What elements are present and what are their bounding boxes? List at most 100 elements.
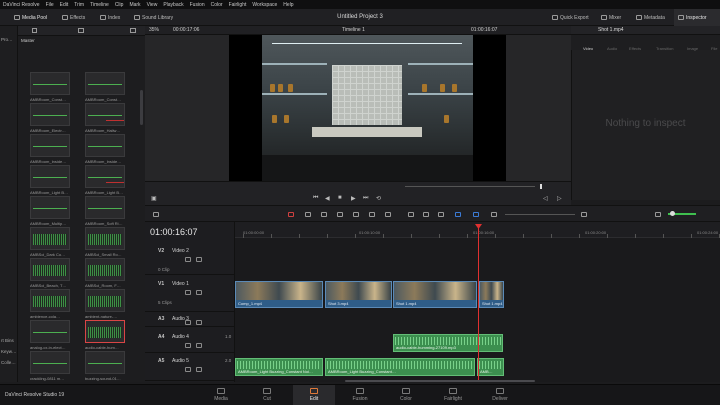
prev-frame-icon[interactable]: ◁ xyxy=(543,195,548,202)
video-clip[interactable]: Shot 3.mp4 xyxy=(325,281,392,308)
list-view-icon[interactable] xyxy=(32,28,37,33)
link-icon[interactable] xyxy=(423,212,429,217)
media-clip[interactable]: AMBRoom_Multip… xyxy=(30,196,70,229)
audio-clip[interactable]: AMBRoom_Light Buzzing_Constant Noi… xyxy=(235,358,323,376)
track-lock-icon[interactable] xyxy=(185,367,191,372)
menu-item[interactable]: Fairlight xyxy=(229,2,247,8)
loop-icon[interactable]: ⟲ xyxy=(376,195,381,202)
media-pool-button[interactable]: Media Pool xyxy=(14,9,47,26)
media-clip[interactable]: ambient-nature-… xyxy=(85,289,125,322)
media-clip[interactable]: AMBRoom_Inside… xyxy=(85,134,125,167)
layout-icon[interactable] xyxy=(153,212,159,217)
menu-item[interactable]: Fusion xyxy=(190,2,205,8)
media-clip[interactable]: buzzing-sound-01… xyxy=(85,351,125,384)
page-tab-media[interactable]: Media xyxy=(200,385,242,405)
media-clip[interactable]: AMBSci_Room, F… xyxy=(85,258,125,291)
page-tab-color[interactable]: Color xyxy=(385,385,427,405)
audio-clip[interactable]: AMB… xyxy=(477,358,504,376)
scrubber-handle[interactable] xyxy=(540,184,542,189)
viewer-options-icon[interactable]: ▣ xyxy=(151,195,157,202)
search-icon[interactable] xyxy=(130,28,136,33)
video-clip[interactable]: Shot 1.mp4 xyxy=(479,281,504,308)
next-frame-icon[interactable]: ▷ xyxy=(557,195,562,202)
menu-item[interactable]: Timeline xyxy=(90,2,109,8)
scrubber-track[interactable] xyxy=(405,186,535,187)
media-clip[interactable]: AMBRoom_Electr… xyxy=(30,103,70,136)
audio-clip[interactable]: AMBRoom_Light Buzzing_Constant… xyxy=(325,358,475,376)
track-lock-icon[interactable] xyxy=(185,343,191,348)
media-clip[interactable]: AMBRoom_Const… xyxy=(30,72,70,105)
quick-export-button[interactable]: Quick Export xyxy=(552,9,589,26)
selection-tool-icon[interactable] xyxy=(288,212,294,217)
zoom-slider[interactable] xyxy=(505,214,575,215)
audio-clip[interactable]: audio-cable-humming-27109.mp3 xyxy=(393,334,503,352)
timeline-scrollbar[interactable] xyxy=(345,380,535,382)
insert-clip-icon[interactable] xyxy=(337,212,343,217)
flag-icon[interactable] xyxy=(455,212,461,217)
zoom-out-icon[interactable] xyxy=(491,212,497,217)
page-tab-fairlight[interactable]: Fairlight xyxy=(432,385,474,405)
sound-library-button[interactable]: Sound Library xyxy=(134,9,173,26)
timeline-name[interactable]: Timeline 1 xyxy=(342,27,365,33)
app-menu[interactable]: DaVinci Resolve xyxy=(3,2,40,8)
marker-icon[interactable] xyxy=(473,212,479,217)
page-tab-fusion[interactable]: Fusion xyxy=(339,385,381,405)
media-clip[interactable]: AMBRoom_Soft Ri… xyxy=(85,196,125,229)
effects-button[interactable]: Effects xyxy=(62,9,85,26)
replace-clip-icon[interactable] xyxy=(369,212,375,217)
skip-end-icon[interactable]: ⏭ xyxy=(363,195,368,202)
media-clip[interactable]: crackling-0811 m… xyxy=(30,351,70,384)
media-clip[interactable]: AMBRoom_Inside… xyxy=(30,134,70,167)
metadata-button[interactable]: Metadata xyxy=(636,9,665,26)
volume-knob[interactable] xyxy=(670,211,675,216)
overwrite-clip-icon[interactable] xyxy=(353,212,359,217)
video-clip[interactable]: Comp_1.mp4 xyxy=(235,281,323,308)
keywords-bin[interactable]: Keyw… xyxy=(1,349,17,354)
menu-item[interactable]: Workspace xyxy=(252,2,277,8)
menu-item[interactable]: Mark xyxy=(129,2,140,8)
media-clip[interactable]: AMBRoom_Light B… xyxy=(30,165,70,198)
skip-start-icon[interactable]: ⏮ xyxy=(313,195,318,202)
menu-item[interactable]: Clip xyxy=(115,2,124,8)
zoom-level[interactable]: 35% xyxy=(149,27,159,33)
track-toggle-icon[interactable] xyxy=(196,257,202,262)
menu-item[interactable]: Playback xyxy=(163,2,183,8)
page-tab-cut[interactable]: Cut xyxy=(246,385,288,405)
media-clip[interactable]: audio-cable-hum… xyxy=(85,320,125,353)
track-toggle-icon[interactable] xyxy=(196,290,202,295)
inspector-tab-transition[interactable]: Transition xyxy=(656,46,673,51)
track-toggle-icon[interactable] xyxy=(196,367,202,372)
play-icon[interactable]: ▶ xyxy=(351,195,356,202)
menu-item[interactable]: View xyxy=(147,2,158,8)
inspector-tab-video[interactable]: Video xyxy=(583,46,593,51)
zoom-in-icon[interactable] xyxy=(581,212,587,217)
menu-item[interactable]: File xyxy=(46,2,54,8)
track-toggle-icon[interactable] xyxy=(196,320,202,325)
inspector-tab-image[interactable]: Image xyxy=(687,46,698,51)
media-clip[interactable]: AMBRoom_Hallw… xyxy=(85,103,125,136)
media-clip[interactable]: AMBRoom_Const… xyxy=(85,72,125,105)
page-tab-deliver[interactable]: Deliver xyxy=(479,385,521,405)
track-toggle-icon[interactable] xyxy=(196,343,202,348)
lock-icon[interactable] xyxy=(438,212,444,217)
project-label[interactable]: Pro… xyxy=(1,37,13,42)
trim-tool-icon[interactable] xyxy=(305,212,311,217)
menu-item[interactable]: Trim xyxy=(74,2,84,8)
grid-view-icon[interactable] xyxy=(78,28,84,33)
collections-bin[interactable]: Colle… xyxy=(1,360,16,365)
menu-item[interactable]: Help xyxy=(283,2,293,8)
speaker-icon[interactable] xyxy=(655,212,661,217)
inspector-tab-effects[interactable]: Effects xyxy=(629,46,641,51)
snapping-icon[interactable] xyxy=(408,212,414,217)
smart-bins-label[interactable]: rt Bins xyxy=(1,338,14,343)
inspector-button[interactable]: Inspector xyxy=(674,9,720,26)
media-pool-scrollbar[interactable] xyxy=(140,90,143,125)
track-lock-icon[interactable] xyxy=(185,290,191,295)
playhead[interactable] xyxy=(478,224,479,382)
video-clip[interactable]: Shot 1.mp4 xyxy=(393,281,477,308)
menu-item[interactable]: Color xyxy=(211,2,223,8)
inspector-tab-audio[interactable]: Audio xyxy=(607,46,617,51)
media-clip[interactable]: AMBSci_Dark Co… xyxy=(30,227,70,260)
inspector-tab-file[interactable]: File xyxy=(711,46,717,51)
page-tab-edit[interactable]: Edit xyxy=(293,385,335,405)
